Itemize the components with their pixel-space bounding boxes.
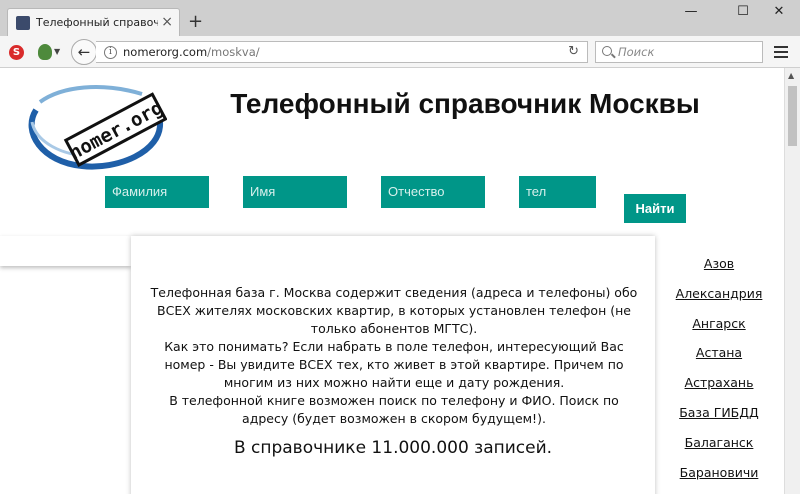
address-bar[interactable]: i nomerorg.com/moskva/ ↻ (96, 41, 588, 63)
records-count: В справочнике 11.000.000 записей. (233, 438, 553, 458)
url-domain: nomerorg.com (123, 45, 208, 59)
city-link[interactable]: База ГИБДД (660, 405, 778, 435)
url-text[interactable]: nomerorg.com/moskva/ (123, 45, 260, 59)
site-favicon-icon (16, 15, 30, 30)
site-logo[interactable]: nomer.org (22, 82, 167, 174)
new-tab-button[interactable]: + (188, 12, 203, 32)
city-link[interactable]: Балаганск (660, 435, 778, 465)
city-link[interactable]: Ангарск (660, 316, 778, 346)
city-link[interactable]: Александрия (660, 286, 778, 316)
phone-input[interactable]: тел (519, 176, 596, 208)
description-paragraph: В телефонной книге возможен поиск по тел… (169, 393, 619, 426)
extension-shield-icon[interactable] (38, 44, 52, 60)
city-list: Азов Александрия Ангарск Астана Астрахан… (660, 256, 778, 494)
page-scrollbar[interactable]: ▲ (784, 68, 800, 494)
search-bar[interactable]: Поиск (595, 41, 763, 63)
back-button[interactable]: ← (71, 39, 97, 65)
patronymic-input[interactable]: Отчество (381, 176, 485, 208)
search-icon (602, 46, 612, 56)
browser-navbar: S ▼ ← i nomerorg.com/moskva/ ↻ Поиск (0, 36, 800, 68)
search-submit-button[interactable]: Найти (624, 194, 686, 223)
description-text: Телефонная база г. Москва содержит сведе… (149, 284, 639, 428)
tab-close-icon[interactable]: × (161, 14, 173, 30)
window-close-button[interactable]: ✕ (764, 4, 794, 24)
window-maximize-button[interactable]: ☐ (728, 4, 758, 24)
city-link[interactable]: Астрахань (660, 375, 778, 405)
search-placeholder: Поиск (618, 45, 655, 59)
page-title: Телефонный справочник Москвы (230, 88, 700, 119)
scroll-up-icon[interactable]: ▲ (788, 71, 794, 80)
surname-input[interactable]: Фамилия (105, 176, 209, 208)
city-link[interactable]: Барановичи (660, 465, 778, 494)
browser-titlebar: Телефонный справочни... × + — ☐ ✕ (0, 0, 800, 36)
info-icon[interactable]: i (104, 46, 117, 59)
browser-tab-active[interactable]: Телефонный справочни... × (7, 8, 180, 36)
menu-icon[interactable] (774, 46, 788, 58)
logo-text: nomer.org (66, 97, 167, 165)
tab-title: Телефонный справочни... (36, 16, 158, 29)
left-sidebar-box (0, 236, 131, 266)
name-input[interactable]: Имя (243, 176, 347, 208)
city-link[interactable]: Астана (660, 345, 778, 375)
window-minimize-button[interactable]: — (676, 4, 706, 24)
city-link[interactable]: Азов (660, 256, 778, 286)
extension-s-icon[interactable]: S (9, 45, 24, 60)
reload-icon[interactable]: ↻ (568, 44, 579, 59)
scroll-thumb[interactable] (788, 86, 797, 146)
url-path: /moskva/ (207, 45, 260, 59)
description-paragraph: Телефонная база г. Москва содержит сведе… (150, 285, 638, 336)
description-paragraph: Как это понимать? Если набрать в поле те… (164, 339, 624, 390)
chevron-down-icon[interactable]: ▼ (54, 47, 60, 56)
page-viewport: nomer.org Телефонный справочник Москвы Ф… (0, 68, 784, 494)
main-content: Телефонная база г. Москва содержит сведе… (131, 236, 655, 494)
